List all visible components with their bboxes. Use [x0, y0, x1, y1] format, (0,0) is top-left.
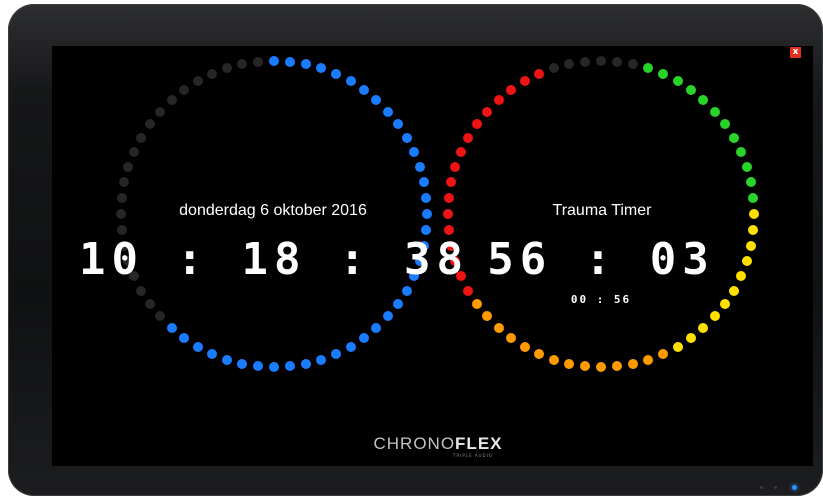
logo-chrono: CHRONO	[373, 434, 456, 453]
timer-progress-dot	[506, 85, 517, 96]
timer-progress-dot	[643, 354, 654, 365]
timer-progress-dot	[709, 106, 720, 117]
timer-progress-dot	[748, 224, 759, 235]
timer-progress-dot	[611, 56, 622, 67]
timer-progress-dot	[443, 193, 454, 203]
clock-time: 10 : 18 : 38	[79, 234, 469, 285]
timer-progress-dot	[741, 256, 752, 267]
timer-progress-dot	[533, 348, 544, 359]
timer-progress-dot	[749, 209, 759, 219]
timer-progress-dot	[685, 85, 696, 96]
timer-progress-dot	[463, 132, 474, 143]
timer-progress-dot	[728, 285, 739, 296]
power-led-icon[interactable]	[792, 485, 797, 490]
timer-progress-dot	[698, 95, 709, 106]
timer-progress-dot	[672, 76, 683, 87]
timer-progress-dot	[745, 177, 756, 188]
timer-sub-display: 00 : 56	[570, 293, 632, 306]
timer-progress-dot	[685, 332, 696, 343]
timer-progress-dot	[564, 358, 575, 369]
timer-progress-dot	[709, 311, 720, 322]
timer-progress-dot	[493, 95, 504, 106]
timer-progress-dot	[580, 56, 590, 67]
timer-progress-dot	[719, 298, 730, 309]
timer-progress-dot	[472, 298, 483, 309]
timer-progress-dot	[698, 322, 709, 333]
timer-progress-dot	[580, 361, 590, 372]
timer-progress-dot	[627, 59, 638, 70]
bezel-button[interactable]	[760, 486, 763, 489]
timer-progress-dot	[658, 69, 669, 80]
timer-progress-dot	[627, 358, 638, 369]
timer-progress-dot	[748, 193, 759, 203]
timer-progress-dot	[611, 361, 622, 372]
timer-progress-dot	[658, 348, 669, 359]
timer-progress-dot	[596, 56, 606, 66]
timer-title: Trauma Timer	[552, 202, 652, 219]
timer-main-display: 56 : 03	[487, 234, 715, 285]
timer-progress-dot	[741, 161, 752, 172]
timer-progress-dot	[482, 311, 493, 322]
timer-progress-dot	[519, 76, 530, 87]
timer-progress-dot	[450, 161, 461, 172]
display-screen: x donderdag 6 oktober 2016 10 : 18 : 38 …	[52, 46, 813, 466]
timer-progress-dot	[596, 362, 606, 372]
timer-progress-dot	[456, 146, 467, 157]
timer-progress-dot	[735, 271, 746, 282]
timer-progress-dot	[728, 132, 739, 143]
timer-progress-dot	[533, 69, 544, 80]
chronoflex-logo: CHRONOFLEX TRIPLE AUDIO	[368, 434, 508, 458]
timer-progress-dot	[493, 322, 504, 333]
timer-progress-dot	[482, 106, 493, 117]
timer-progress-dot	[548, 63, 559, 74]
bezel-button[interactable]	[774, 486, 777, 489]
timer-progress-dot	[463, 285, 474, 296]
timer-progress-dot	[643, 63, 654, 74]
logo-flex: FLEX	[455, 434, 503, 453]
timer-progress-dot	[564, 59, 575, 70]
clock-date: donderdag 6 oktober 2016	[179, 202, 367, 219]
timer-progress-dot	[719, 119, 730, 130]
timer-progress-dot	[446, 177, 457, 188]
timer-progress-dot	[735, 146, 746, 157]
timer-progress-dot	[672, 341, 683, 352]
timer-progress-dot	[519, 341, 530, 352]
monitor-bezel: x donderdag 6 oktober 2016 10 : 18 : 38 …	[8, 4, 823, 496]
timer-progress-dot	[745, 240, 756, 251]
timer-progress-dot	[548, 354, 559, 365]
timer-progress-dot	[506, 332, 517, 343]
timer-progress-dot	[443, 209, 453, 219]
timer-progress-dot	[472, 119, 483, 130]
